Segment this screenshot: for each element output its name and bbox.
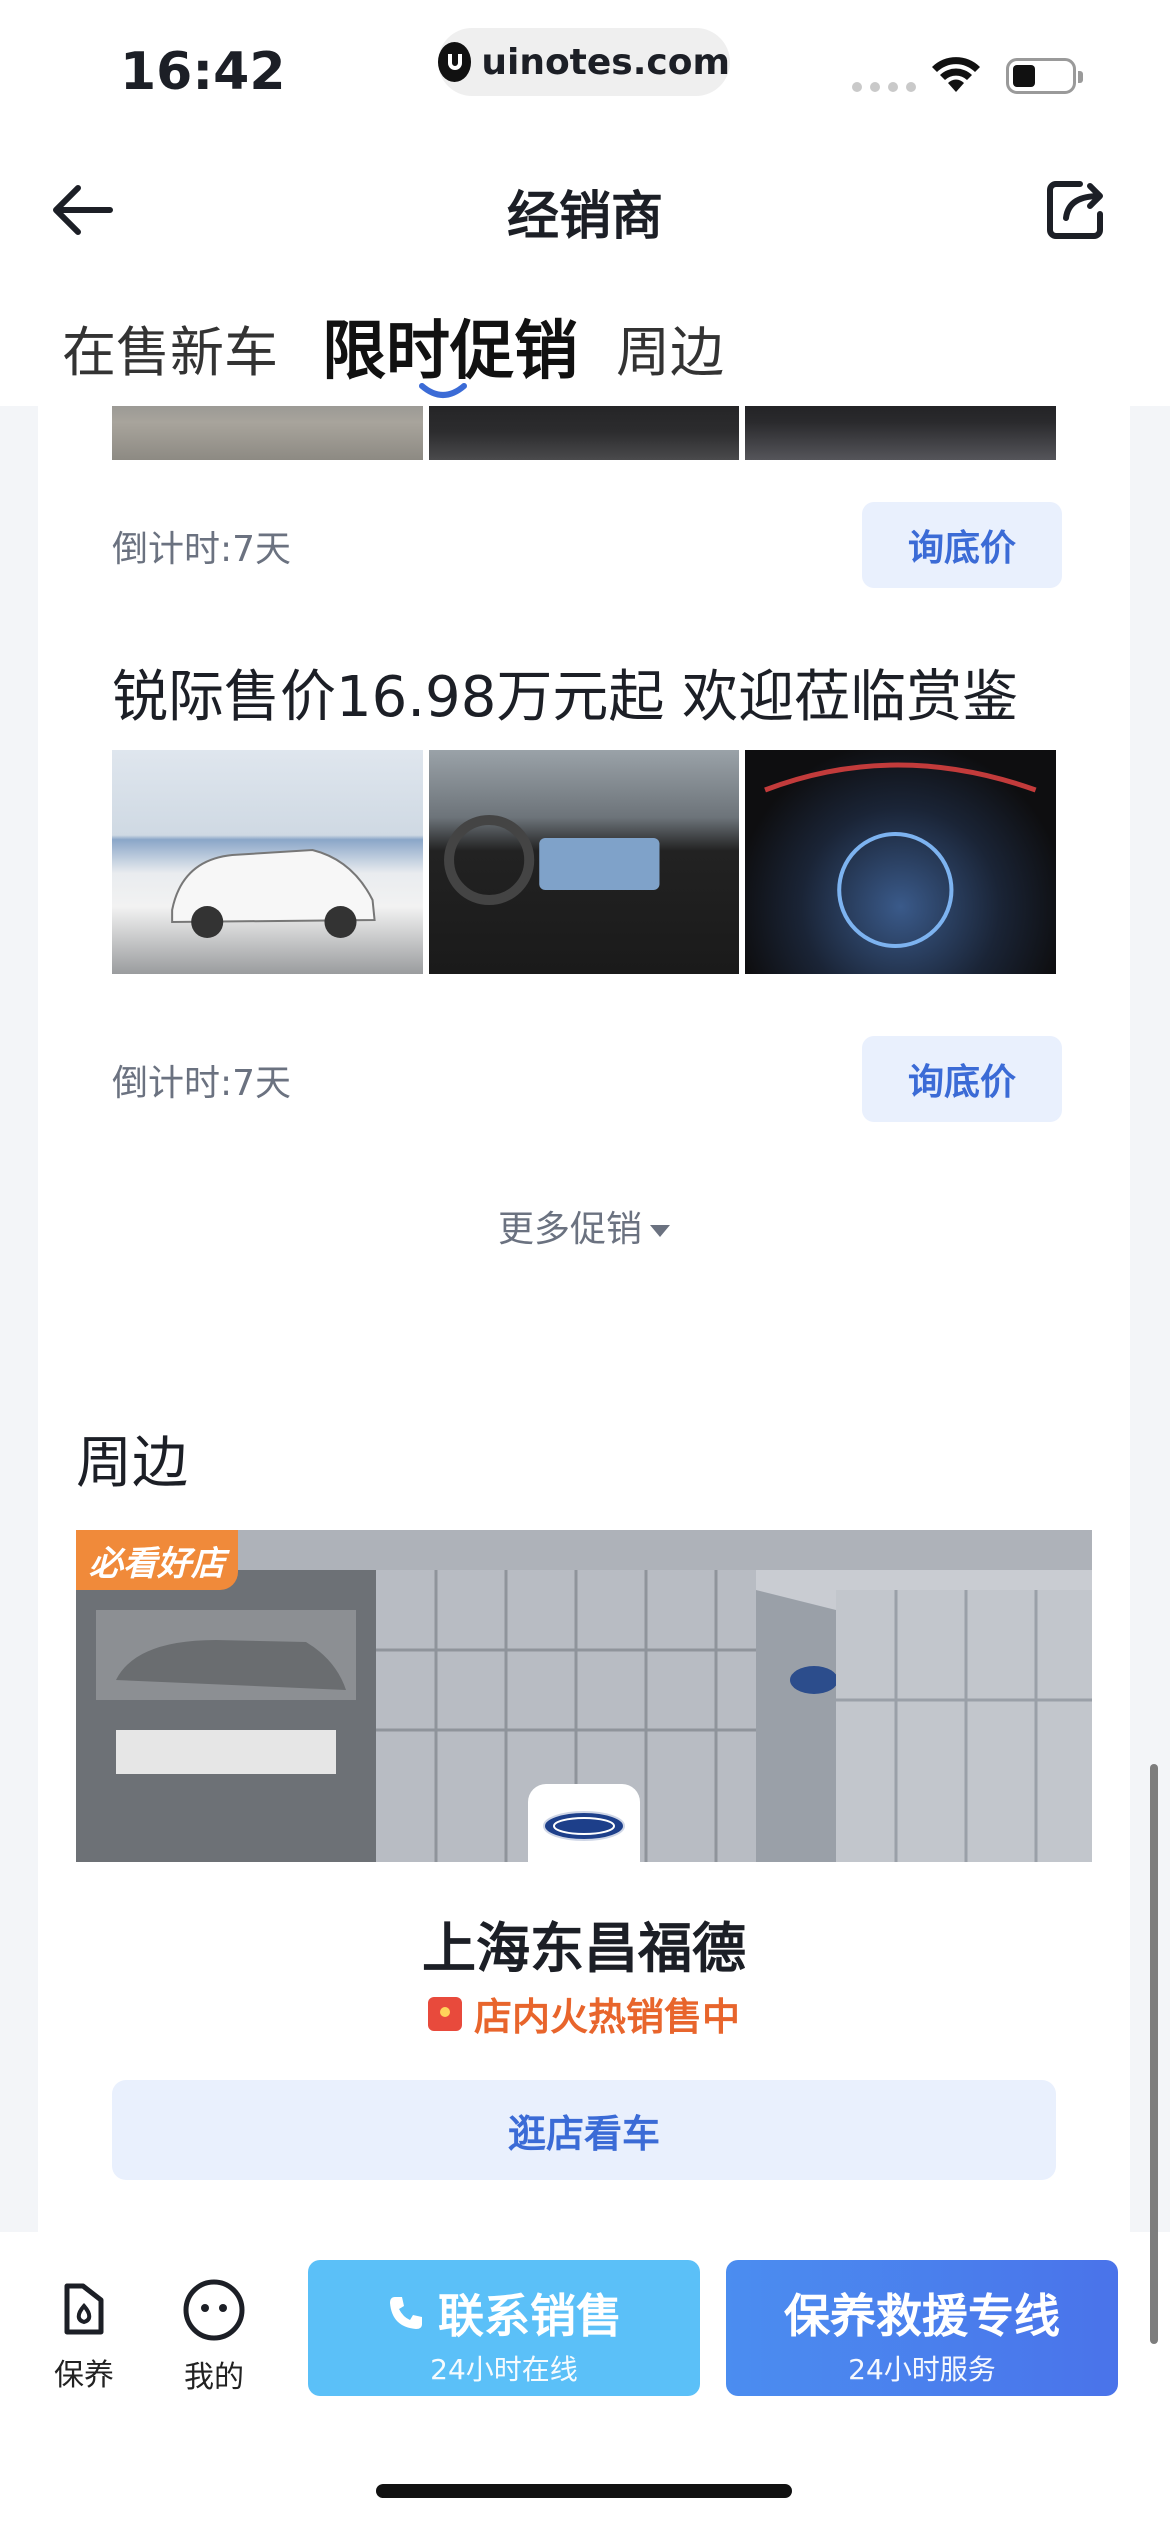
dashboard-photo: [745, 406, 1057, 460]
maintenance-tab[interactable]: 保养: [34, 2278, 134, 2394]
maintenance-label: 保养: [54, 2358, 114, 2393]
car-photo: [112, 406, 423, 460]
home-indicator[interactable]: [376, 2484, 792, 2498]
battery-icon: [1006, 58, 1083, 94]
promotion-1-countdown: 倒计时:7天: [112, 529, 292, 570]
scrollbar[interactable]: [1150, 1764, 1158, 2344]
navigation-bar: 经销商: [0, 140, 1170, 270]
page-title: 经销商: [506, 187, 663, 247]
nearby-section-title: 周边: [76, 1431, 188, 1496]
promotion-2-title[interactable]: 锐际售价16.98万元起 欢迎莅临赏鉴: [112, 652, 1018, 733]
car-photo: [112, 750, 423, 974]
visit-store-button[interactable]: 逛店看车: [112, 2080, 1056, 2180]
promotion-1-images[interactable]: [112, 406, 1057, 460]
hot-sale-tag: 店内火热销售中: [38, 1986, 1130, 2041]
active-tab-indicator: [419, 383, 467, 398]
mine-label: 我的: [184, 2360, 244, 2395]
promotion-2-images[interactable]: [112, 750, 1057, 974]
status-bar: 16:42 uinotes.com: [0, 0, 1170, 140]
url-text: uinotes.com: [481, 41, 730, 83]
must-see-store-badge: 必看好店: [76, 1530, 238, 1590]
promotion-2-ask-price-button[interactable]: 询底价: [862, 1036, 1062, 1122]
site-icon: [438, 42, 472, 82]
profile-face-icon: [183, 2279, 245, 2341]
signal-icon: [852, 82, 916, 92]
phone-icon: [390, 2297, 422, 2329]
contact-sales-button[interactable]: 联系销售 24小时在线: [308, 2260, 700, 2396]
tab-promotions[interactable]: 限时促销: [322, 300, 578, 392]
wifi-icon: [932, 57, 980, 92]
tab-nearby[interactable]: 周边: [616, 308, 724, 387]
status-time: 16:42: [120, 42, 286, 102]
caret-down-icon: [650, 1225, 670, 1237]
store-name[interactable]: 上海东昌福德: [38, 1904, 1130, 1983]
tab-bar: 在售新车 限时促销 周边: [0, 270, 1170, 406]
dashboard-photo: [745, 750, 1057, 974]
rescue-hotline-label: 保养救援专线: [784, 2289, 1060, 2343]
rescue-hotline-subtitle: 24小时服务: [848, 2353, 996, 2386]
interior-photo: [428, 406, 740, 460]
maintenance-icon: [64, 2283, 104, 2335]
tab-new-cars[interactable]: 在售新车: [62, 308, 278, 387]
interior-photo: [428, 750, 740, 974]
hot-sale-label: 店内火热销售中: [473, 1995, 740, 2039]
more-promotions-link[interactable]: 更多促销: [38, 1200, 1130, 1252]
mine-tab[interactable]: 我的: [164, 2278, 264, 2396]
ford-logo: [528, 1784, 640, 1864]
share-icon[interactable]: [1040, 174, 1112, 246]
nearby-card: 周边 必看好店 上海东昌福德 店内火热销售中 逛店看车: [38, 1374, 1130, 2232]
red-envelope-icon: [427, 1996, 462, 2031]
promotion-1-ask-price-button[interactable]: 询底价: [862, 502, 1062, 588]
rescue-hotline-button[interactable]: 保养救援专线 24小时服务: [726, 2260, 1118, 2396]
contact-sales-label: 联系销售: [438, 2289, 622, 2343]
more-promotions-label: 更多促销: [497, 1209, 642, 1250]
content-scroll-area[interactable]: 倒计时:7天 询底价 锐际售价16.98万元起 欢迎莅临赏鉴 倒计时:7天 询底…: [0, 406, 1170, 2232]
promotion-2-countdown: 倒计时:7天: [112, 1063, 292, 1104]
url-pill[interactable]: uinotes.com: [438, 28, 730, 96]
contact-sales-subtitle: 24小时在线: [430, 2353, 578, 2386]
